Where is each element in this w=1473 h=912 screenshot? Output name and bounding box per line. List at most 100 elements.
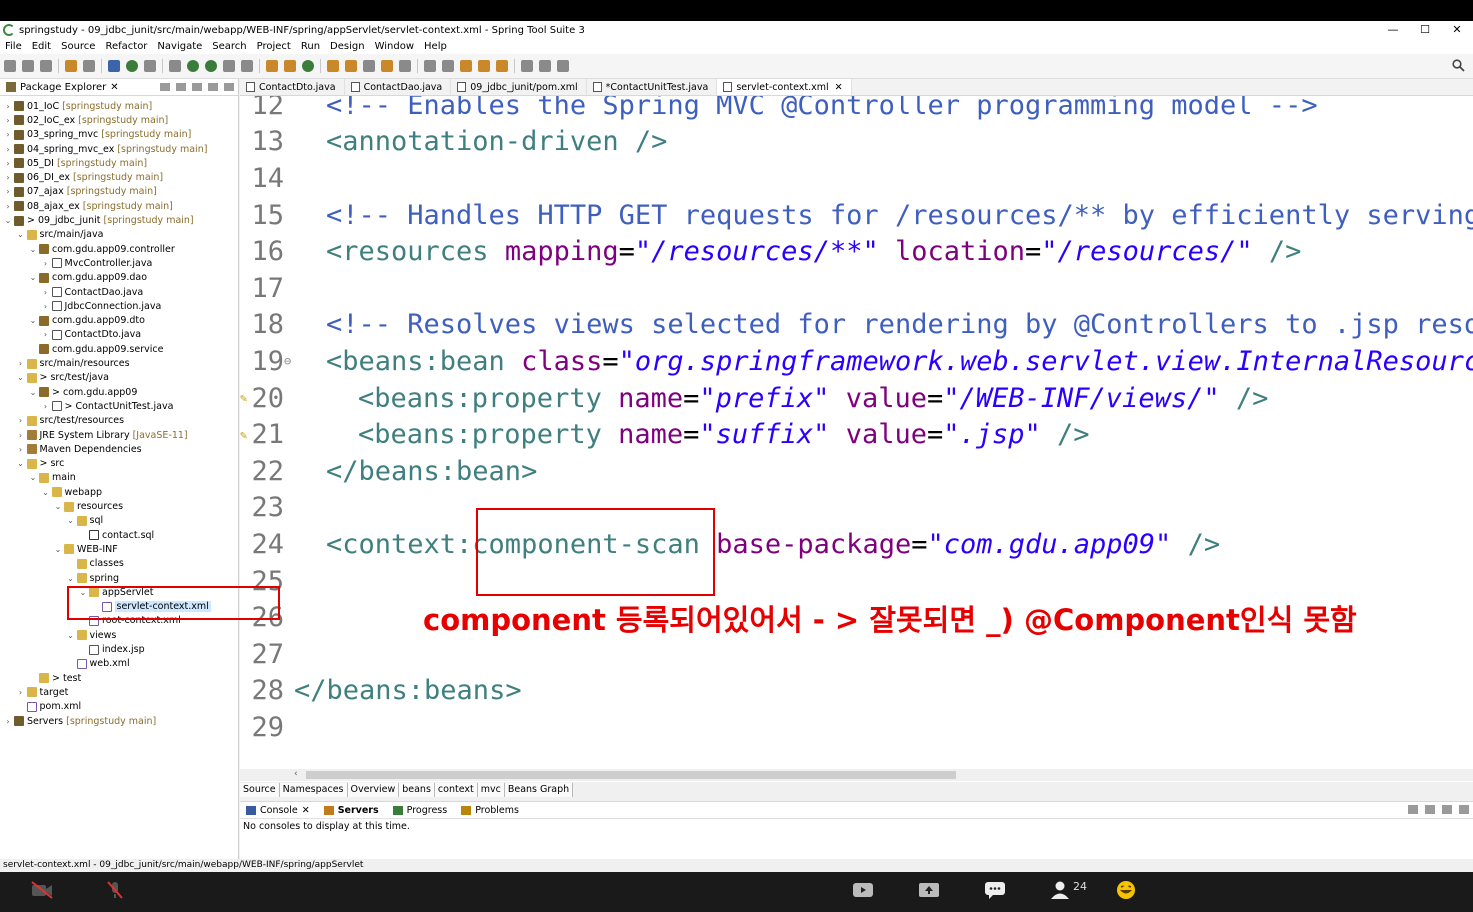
chevron-down-icon[interactable]: ⌄ [67, 516, 75, 525]
menu-project[interactable]: Project [252, 41, 296, 52]
tree-item[interactable]: ⌄ > 09_jdbc_junit [springstudy main] [4, 213, 194, 227]
chevron-right-icon[interactable]: › [4, 102, 12, 111]
tree-item[interactable]: com.gdu.app09.service [29, 342, 163, 356]
console-tab-progress[interactable]: Progress [387, 805, 456, 816]
tree-item[interactable]: › 06_DI_ex [springstudy main] [4, 171, 163, 185]
menu-navigate[interactable]: Navigate [152, 41, 207, 52]
tree-item[interactable]: › 03_spring_mvc [springstudy main] [4, 128, 191, 142]
package-explorer-tab[interactable]: Package Explorer ✕ [0, 79, 238, 96]
run-external-icon[interactable] [205, 60, 217, 72]
chevron-right-icon[interactable]: › [4, 159, 12, 168]
build-icon[interactable] [223, 60, 235, 72]
chevron-right-icon[interactable]: › [4, 130, 12, 139]
minimize-button[interactable]: — [1377, 21, 1409, 39]
chevron-down-icon[interactable]: ⌄ [67, 631, 75, 640]
chevron-right-icon[interactable]: › [17, 688, 25, 697]
search-toolbar-icon[interactable] [363, 60, 375, 72]
view-menu-icon[interactable] [192, 83, 202, 91]
tree-item[interactable]: › 08_ajax_ex [springstudy main] [4, 199, 173, 213]
close-icon[interactable]: ✕ [302, 805, 310, 816]
tree-item[interactable]: ⌄ webapp [42, 485, 102, 499]
menu-file[interactable]: File [0, 41, 27, 52]
console-tab-servers[interactable]: Servers [318, 805, 387, 816]
tree-item[interactable]: ⌄ com.gdu.app09.dao [29, 271, 147, 285]
chevron-right-icon[interactable]: › [42, 302, 50, 311]
display-console-icon[interactable] [1408, 805, 1418, 814]
chevron-down-icon[interactable]: ⌄ [67, 574, 75, 583]
chat-icon[interactable] [983, 880, 1007, 900]
mic-off-icon[interactable] [103, 880, 127, 900]
menu-source[interactable]: Source [56, 41, 100, 52]
deploy-icon[interactable] [241, 60, 253, 72]
editor-tab[interactable]: ContactDao.java [345, 79, 452, 95]
chevron-down-icon[interactable]: ⌄ [29, 388, 37, 397]
tree-item[interactable]: ⌄ com.gdu.app09.controller [29, 242, 175, 256]
chevron-right-icon[interactable]: › [42, 402, 50, 411]
collapse-all-icon[interactable] [160, 83, 170, 91]
prev-annotation-icon[interactable] [442, 60, 454, 72]
tree-item[interactable]: contact.sql [79, 528, 154, 542]
run-icon[interactable] [187, 60, 199, 72]
chevron-right-icon[interactable]: › [4, 173, 12, 182]
design-tab-overview[interactable]: Overview [347, 783, 400, 797]
menu-window[interactable]: Window [370, 41, 419, 52]
scroll-thumb[interactable] [306, 771, 956, 779]
design-tab-beans[interactable]: beans [399, 783, 435, 797]
design-tab-namespaces[interactable]: Namespaces [279, 783, 348, 797]
console-tab-problems[interactable]: Problems [455, 805, 527, 816]
pin-console-icon[interactable] [1442, 805, 1452, 814]
tree-item[interactable]: classes [67, 557, 124, 571]
menu-refactor[interactable]: Refactor [100, 41, 152, 52]
new-class-icon[interactable] [302, 60, 314, 72]
minimize-view-icon[interactable] [208, 83, 218, 91]
open-type-icon[interactable] [65, 60, 77, 72]
open-task-icon[interactable] [345, 60, 357, 72]
tree-item[interactable]: › > ContactUnitTest.java [42, 399, 174, 413]
search-icon[interactable] [1452, 59, 1465, 72]
next-annotation-icon[interactable] [424, 60, 436, 72]
tree-item[interactable]: › 01_IoC [springstudy main] [4, 99, 152, 113]
code-area[interactable]: 12 <!-- Enables the Spring MVC @Controlle… [240, 96, 1473, 753]
tree-item[interactable]: › Maven Dependencies [17, 442, 142, 456]
back-icon[interactable] [478, 60, 490, 72]
menu-edit[interactable]: Edit [27, 41, 56, 52]
editor-tab[interactable]: *ContactUnitTest.java [587, 79, 718, 95]
scroll-left-icon[interactable]: ‹ [294, 769, 298, 779]
chevron-down-icon[interactable]: ⌄ [29, 245, 37, 254]
chevron-down-icon[interactable]: ⌄ [4, 216, 12, 225]
tree-item[interactable]: › 05_DI [springstudy main] [4, 156, 147, 170]
link-editor-icon[interactable] [176, 83, 186, 91]
tree-item[interactable]: › target [17, 685, 69, 699]
open-folder-icon[interactable] [327, 60, 339, 72]
tree-item[interactable]: › Servers [springstudy main] [4, 714, 156, 728]
tree-item[interactable]: > test [29, 671, 81, 685]
save-icon[interactable] [22, 60, 34, 72]
chevron-down-icon[interactable]: ⌄ [17, 459, 25, 468]
tree-item[interactable]: › src/test/resources [17, 414, 124, 428]
tree-item[interactable]: › JRE System Library [JavaSE-11] [17, 428, 188, 442]
tree-item[interactable]: ⌄ sql [67, 514, 103, 528]
fold-icon[interactable]: ⊖ [284, 354, 291, 368]
tree-item[interactable]: pom.xml [17, 700, 81, 714]
grid-icon[interactable] [557, 60, 569, 72]
tree-item[interactable]: ⌄ > src [17, 457, 64, 471]
tree-item[interactable]: › JdbcConnection.java [42, 299, 161, 313]
tree-item[interactable]: › MvcController.java [42, 256, 152, 270]
chevron-right-icon[interactable]: › [42, 330, 50, 339]
chevron-right-icon[interactable]: › [17, 431, 25, 440]
tree-item[interactable]: ⌄ resources [54, 499, 123, 513]
chevron-right-icon[interactable]: › [4, 145, 12, 154]
warning-marker-icon[interactable]: ✎ [240, 428, 247, 442]
tree-item[interactable]: › src/main/resources [17, 356, 130, 370]
chevron-right-icon[interactable]: › [4, 187, 12, 196]
debug-icon[interactable] [169, 60, 181, 72]
tree-item[interactable]: ⌄ > com.gdu.app09 [29, 385, 138, 399]
tree-item[interactable]: ⌄ views [67, 628, 116, 642]
view-menu-icon[interactable] [1459, 805, 1469, 814]
design-tab-context[interactable]: context [434, 783, 478, 797]
video-off-icon[interactable] [30, 880, 54, 900]
chevron-right-icon[interactable]: › [4, 202, 12, 211]
console-tab-console[interactable]: Console ✕ [240, 805, 318, 816]
chevron-down-icon[interactable]: ⌄ [29, 316, 37, 325]
chevron-right-icon[interactable]: › [17, 359, 25, 368]
